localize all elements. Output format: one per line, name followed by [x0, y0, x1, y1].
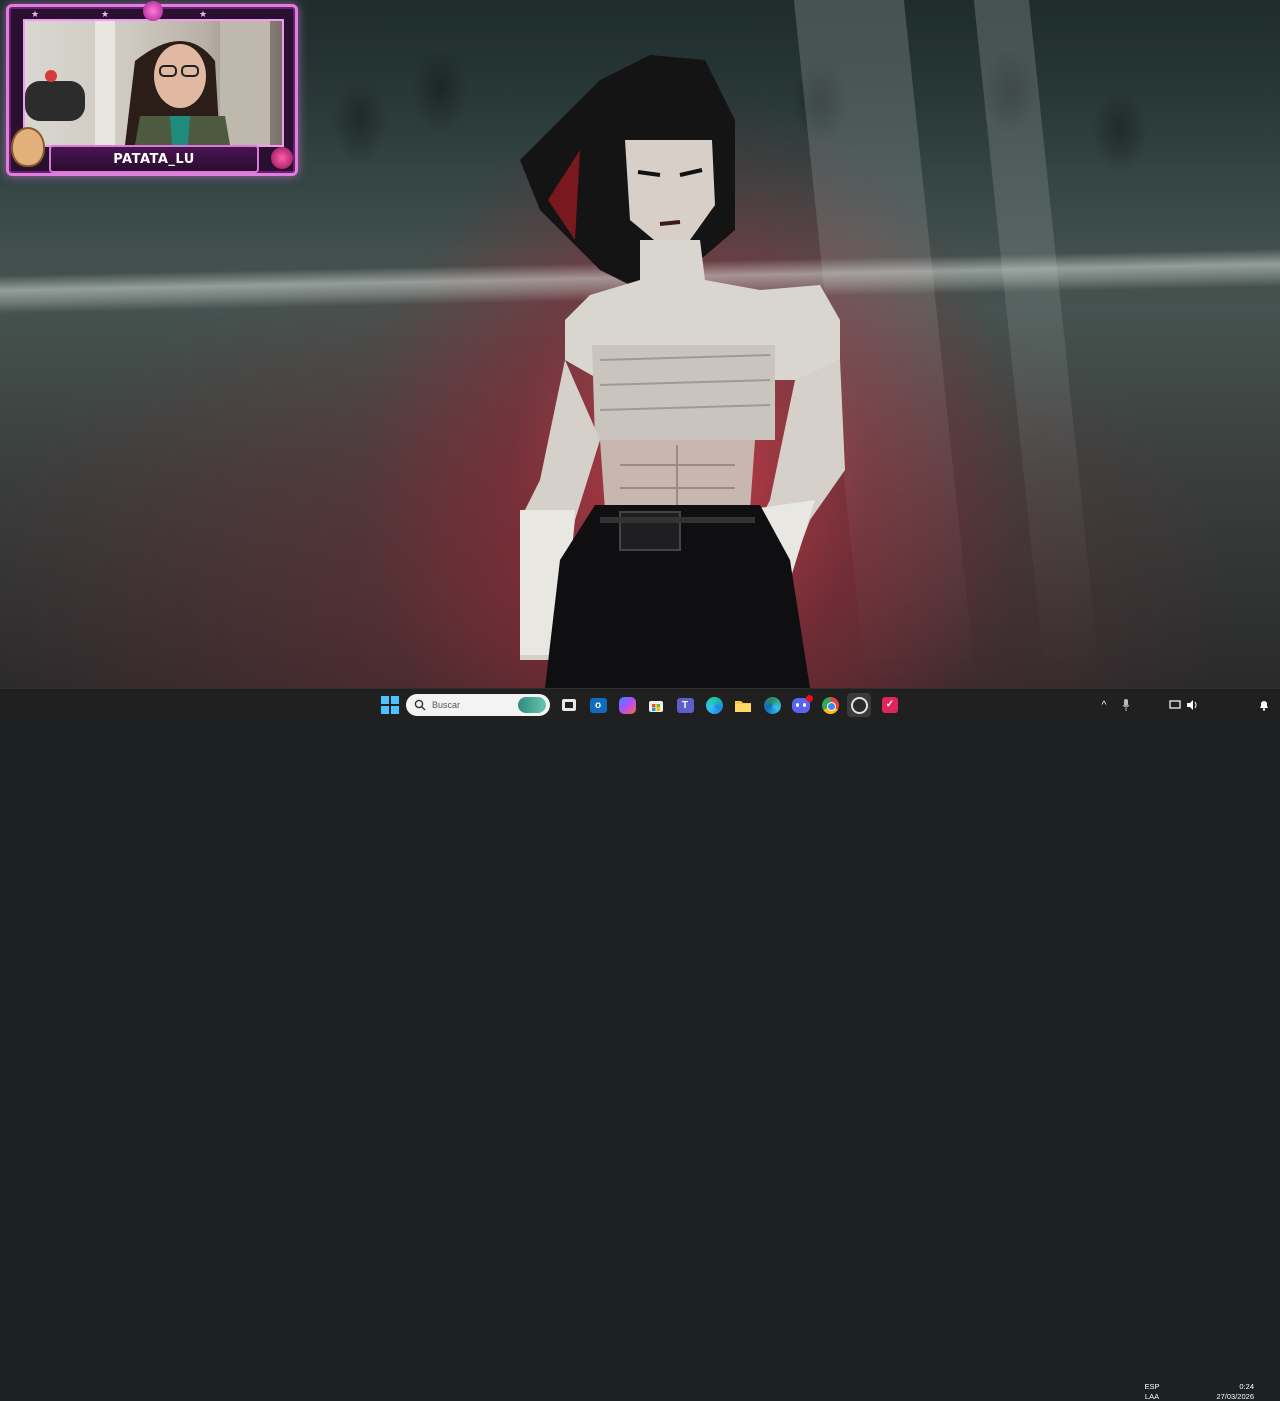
webcam-video-feed	[23, 19, 284, 147]
obs-icon	[850, 696, 868, 714]
edge-dev-button[interactable]	[760, 693, 784, 717]
webcam-streamer-image	[25, 21, 270, 145]
red-app-button[interactable]: ✓	[878, 693, 902, 717]
chrome-button[interactable]	[818, 693, 842, 717]
red-app-icon: ✓	[882, 697, 898, 713]
windows-start-icon	[381, 696, 399, 714]
frame-star-icon: ★	[101, 9, 110, 19]
obs-button[interactable]	[847, 693, 871, 717]
discord-button[interactable]	[789, 693, 813, 717]
frame-flower-icon	[271, 147, 293, 169]
windows-taskbar: Buscar o T ✓ ^ ESP LAA 0:24 27/03/2026	[0, 688, 1280, 1401]
clock-time: 0:24	[1239, 1382, 1254, 1391]
notification-bell-icon	[1260, 701, 1268, 711]
edge-icon	[705, 696, 723, 714]
streamer-nameplate: PATATA_LU	[49, 145, 259, 173]
task-view-button[interactable]	[557, 693, 581, 717]
clock-date: 27/03/2026	[1216, 1392, 1254, 1401]
frame-star-icon: ★	[199, 9, 208, 19]
edge-button[interactable]	[702, 693, 726, 717]
copilot-button[interactable]	[615, 693, 639, 717]
discord-icon	[792, 694, 813, 713]
outlook-icon: o	[589, 697, 607, 713]
teams-icon: T	[676, 697, 694, 713]
teams-button[interactable]: T	[673, 693, 697, 717]
network-volume-icons	[1169, 700, 1197, 710]
search-highlight-icon	[518, 697, 546, 713]
language-bottom: LAA	[1144, 1392, 1160, 1401]
show-hidden-icons-button[interactable]: ^	[1096, 693, 1112, 717]
frame-flower-icon	[143, 1, 163, 21]
task-view-icon	[562, 699, 576, 711]
start-button[interactable]	[378, 693, 402, 717]
network-volume-button[interactable]	[1168, 693, 1200, 717]
search-icon	[414, 699, 426, 711]
chevron-up-icon: ^	[1101, 699, 1107, 711]
file-explorer-button[interactable]	[731, 693, 755, 717]
copilot-icon	[618, 696, 636, 714]
taskbar-search-box[interactable]: Buscar	[406, 694, 550, 716]
microphone-icon	[1122, 699, 1130, 711]
edge-dev-icon	[763, 696, 781, 714]
language-top: ESP	[1144, 1382, 1160, 1391]
microsoft-store-button[interactable]	[644, 693, 668, 717]
streamer-name: PATATA_LU	[113, 151, 195, 167]
search-placeholder: Buscar	[432, 700, 461, 710]
notifications-button[interactable]	[1256, 693, 1272, 717]
chrome-icon	[821, 696, 839, 714]
file-explorer-icon	[735, 700, 751, 712]
potato-mascot-icon	[11, 127, 45, 167]
webcam-overlay-frame: ★ ★ ★ ★ ★ PATATA_LU	[6, 1, 298, 176]
outlook-button[interactable]: o	[586, 693, 610, 717]
frame-star-icon: ★	[31, 9, 40, 19]
microsoft-store-icon	[649, 701, 663, 712]
microphone-button[interactable]	[1118, 693, 1134, 717]
